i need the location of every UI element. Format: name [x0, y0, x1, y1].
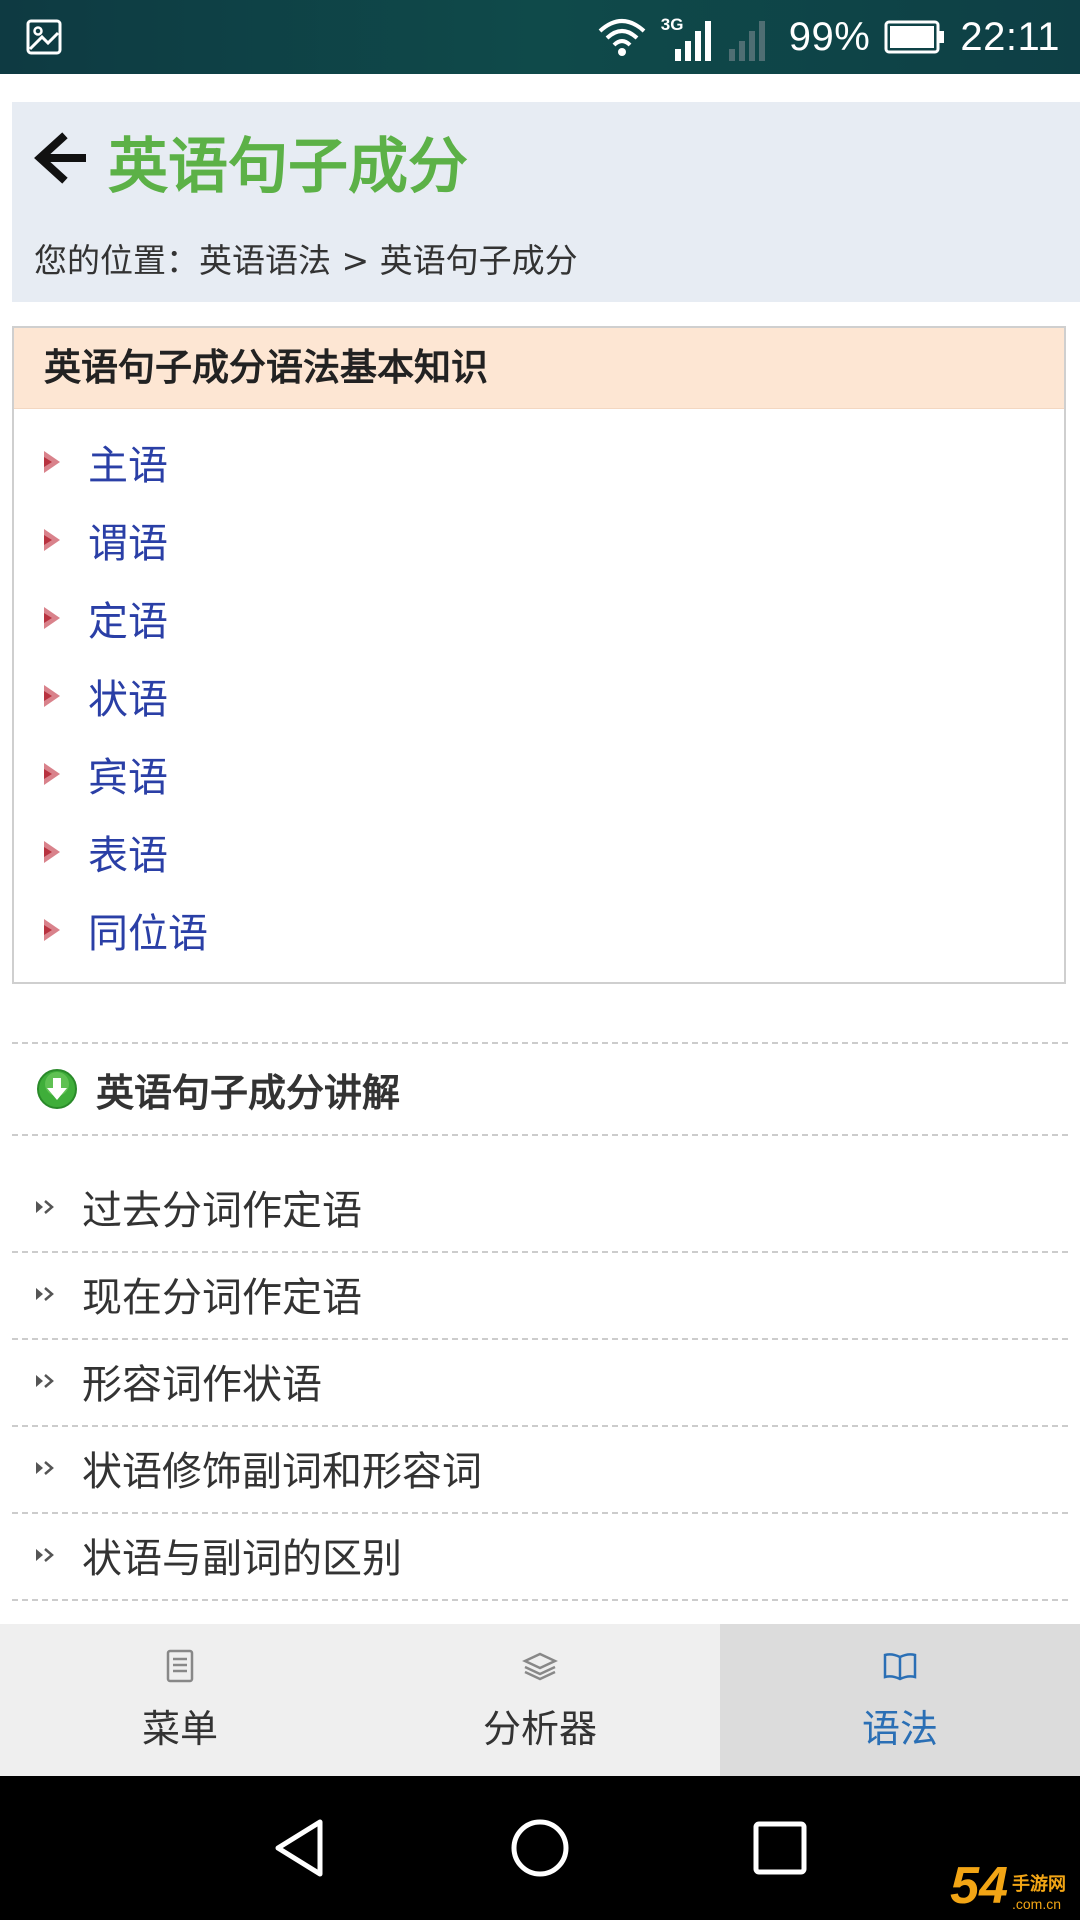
home-icon[interactable]: [508, 1816, 572, 1880]
knowledge-link: 宾语: [88, 755, 168, 801]
knowledge-link: 谓语: [88, 521, 168, 567]
status-bar: 3G 99% 22:11: [0, 0, 1080, 74]
download-arrow-icon: [37, 1069, 77, 1109]
knowledge-item[interactable]: 主语: [14, 432, 168, 492]
signal-empty-icon: [728, 21, 765, 61]
knowledge-link: 同位语: [88, 911, 208, 957]
double-chevron-icon: [36, 1461, 54, 1475]
knowledge-link: 主语: [88, 443, 168, 489]
signal-group: 3G: [661, 9, 711, 65]
knowledge-item[interactable]: 谓语: [14, 510, 168, 570]
divider: [12, 1134, 1068, 1136]
battery-percent: 99%: [788, 14, 871, 59]
layers-icon: [522, 1652, 558, 1680]
triangle-bullet-icon: [44, 919, 60, 941]
bottom-tab-bar: 菜单 分析器 语法: [0, 1624, 1080, 1776]
watermark-text: 手游网 .com.cn: [1012, 1870, 1066, 1912]
battery-icon: [884, 20, 945, 54]
triangle-bullet-icon: [44, 451, 60, 473]
recents-icon[interactable]: [748, 1816, 812, 1880]
knowledge-item[interactable]: 表语: [14, 822, 168, 882]
knowledge-item[interactable]: 状语: [14, 666, 168, 726]
book-icon: [883, 1652, 917, 1680]
triangle-bullet-icon: [44, 607, 60, 629]
back-icon[interactable]: [268, 1816, 332, 1880]
lectures-heading: 英语句子成分讲解: [96, 1070, 401, 1115]
knowledge-heading: 英语句子成分语法基本知识: [14, 328, 1064, 409]
status-right: 3G 99% 22:11: [597, 0, 1060, 74]
tab-label: 分析器: [482, 1706, 597, 1751]
lecture-link: 过去分词作定语: [82, 1188, 362, 1234]
gallery-icon: [26, 19, 62, 55]
knowledge-link: 状语: [88, 677, 168, 723]
tab-label: 语法: [861, 1706, 938, 1751]
clock: 22:11: [960, 14, 1060, 59]
signal-icon: [674, 21, 711, 61]
lecture-link: 状语修饰副词和形容词: [82, 1449, 482, 1495]
lecture-link: 现在分词作定语: [82, 1275, 362, 1321]
back-arrow-icon[interactable]: [30, 132, 94, 184]
tab-grammar[interactable]: 语法: [720, 1624, 1080, 1776]
double-chevron-icon: [36, 1374, 54, 1388]
document-icon: [166, 1649, 194, 1682]
knowledge-item[interactable]: 宾语: [14, 744, 168, 804]
breadcrumb[interactable]: 您的位置：英语语法 > 英语句子成分: [34, 234, 578, 282]
watermark-brand: 手游网: [1012, 1874, 1066, 1895]
page-title: 英语句子成分: [108, 132, 468, 202]
lecture-link: 状语与副词的区别: [82, 1536, 402, 1582]
triangle-bullet-icon: [44, 763, 60, 785]
page-header: 英语句子成分 您的位置：英语语法 > 英语句子成分: [12, 102, 1080, 302]
double-chevron-icon: [36, 1287, 54, 1301]
tab-analyzer[interactable]: 分析器: [360, 1624, 720, 1776]
knowledge-link: 表语: [88, 833, 168, 879]
double-chevron-icon: [36, 1548, 54, 1562]
lectures-heading-row: 英语句子成分讲解: [12, 1044, 1068, 1134]
wifi-icon: [598, 19, 646, 56]
tab-menu[interactable]: 菜单: [0, 1624, 360, 1776]
watermark-logo: 54 手游网 .com.cn: [950, 1860, 1066, 1912]
lecture-item[interactable]: 现在分词作定语: [12, 1251, 1068, 1337]
tab-label: 菜单: [141, 1706, 218, 1751]
knowledge-item[interactable]: 定语: [14, 588, 168, 648]
knowledge-item[interactable]: 同位语: [14, 900, 208, 960]
triangle-bullet-icon: [44, 841, 60, 863]
lecture-item[interactable]: 状语修饰副词和形容词: [12, 1425, 1068, 1511]
lecture-item[interactable]: 状语与副词的区别: [12, 1512, 1068, 1598]
lecture-item[interactable]: 过去分词作定语: [12, 1164, 1068, 1250]
triangle-bullet-icon: [44, 529, 60, 551]
system-nav-bar: 54 手游网 .com.cn: [0, 1776, 1080, 1920]
watermark-number: 54: [950, 1857, 1008, 1915]
double-chevron-icon: [36, 1200, 54, 1214]
knowledge-link: 定语: [88, 599, 168, 645]
watermark-url: .com.cn: [1012, 1896, 1062, 1912]
lecture-item[interactable]: 形容词作状语: [12, 1338, 1068, 1424]
lecture-link: 形容词作状语: [82, 1362, 322, 1408]
knowledge-box: 英语句子成分语法基本知识 主语 谓语 定语 状语 宾语 表语 同位语: [12, 326, 1066, 984]
triangle-bullet-icon: [44, 685, 60, 707]
